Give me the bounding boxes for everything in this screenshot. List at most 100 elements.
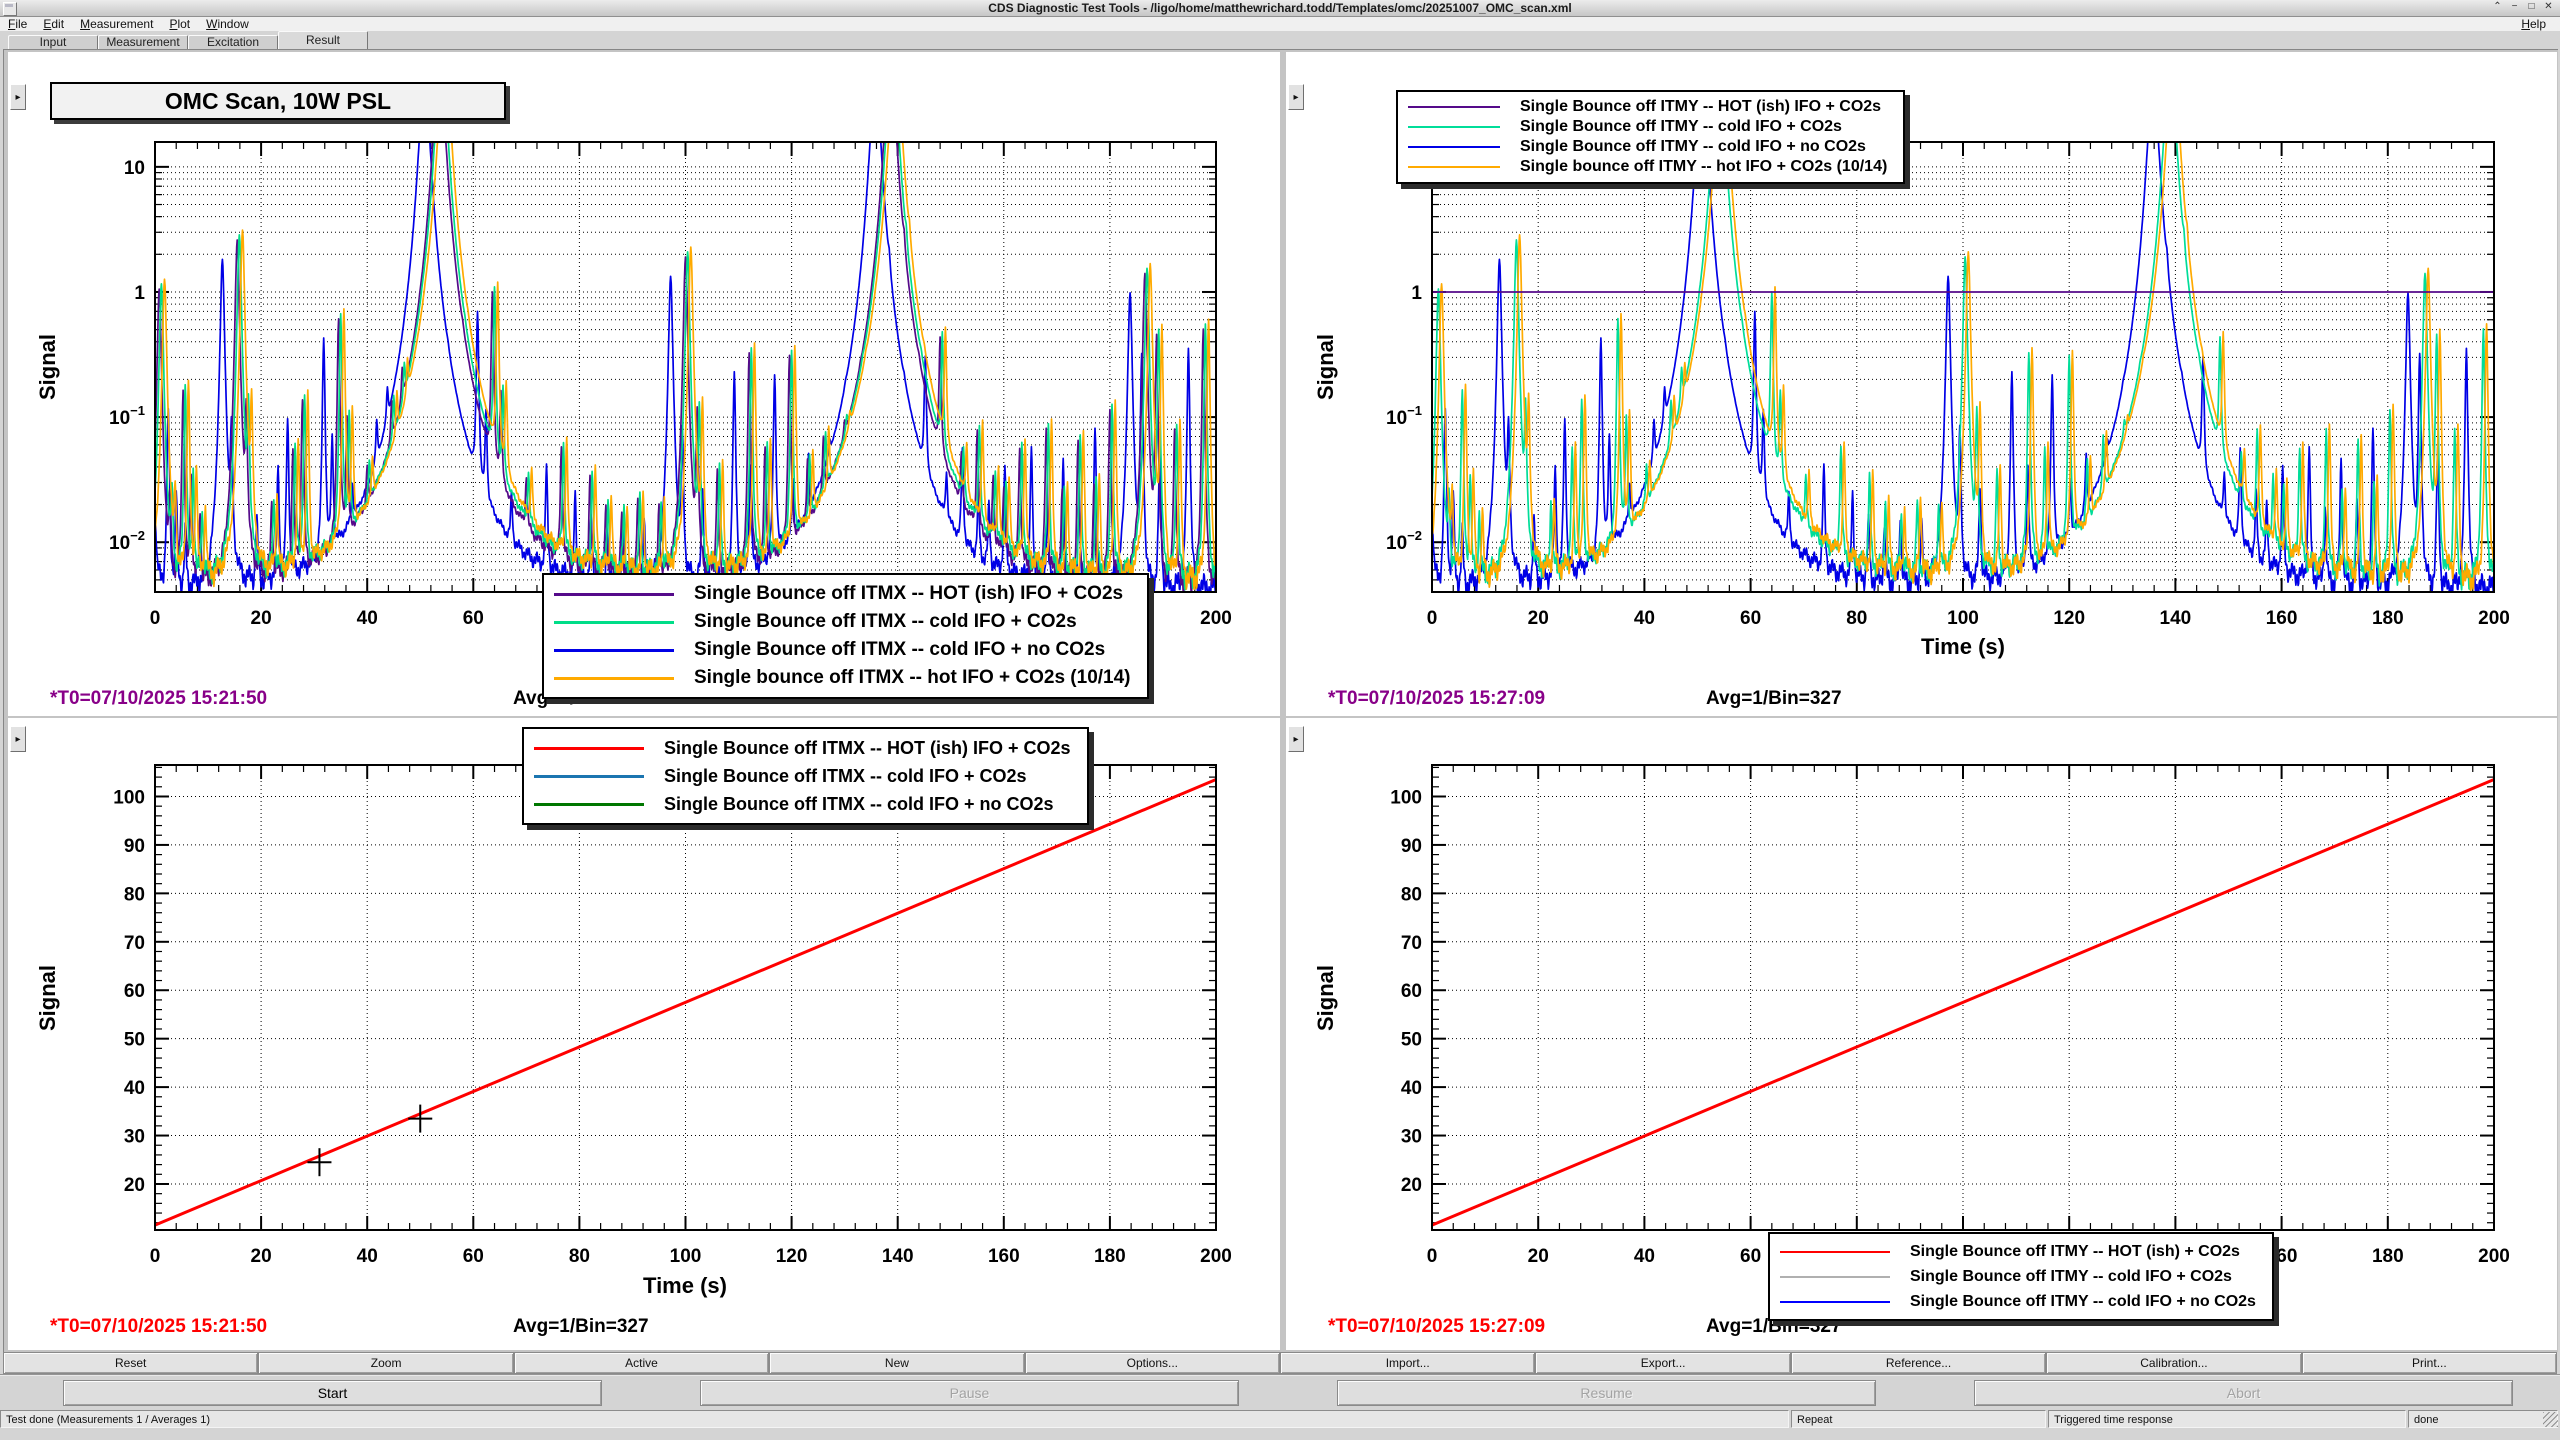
svg-text:50: 50 [1401, 1030, 1422, 1051]
legend-entry: Single Bounce off ITMY -- cold IFO + CO2… [1780, 1264, 2256, 1289]
svg-text:40: 40 [1634, 1246, 1655, 1267]
legend-entry: Single Bounce off ITMX -- cold IFO + no … [534, 790, 1071, 818]
trace-hot-ish-co2s [1432, 780, 2494, 1226]
pane-arrow-icon[interactable]: ▸ [1288, 726, 1304, 752]
t0-timestamp: *T0=07/10/2025 15:27:09 [1328, 1316, 1545, 1338]
menu-help[interactable]: Help [2513, 17, 2554, 31]
svg-text:60: 60 [1401, 981, 1422, 1002]
legend-label: Single Bounce off ITMY -- cold IFO + CO2… [1520, 118, 1842, 136]
menu-file[interactable]: File [0, 17, 35, 31]
svg-text:160: 160 [2266, 608, 2298, 629]
svg-text:200: 200 [1200, 608, 1232, 629]
print-button[interactable]: Print... [2302, 1352, 2557, 1374]
plot-panel-itmx-linear: ▸ Signal 0204060801001201401601802002030… [8, 718, 1280, 1350]
pane-arrow-icon[interactable]: ▸ [10, 84, 26, 110]
plot-legend: Single Bounce off ITMY -- HOT (ish) IFO … [1396, 90, 1905, 184]
options-button[interactable]: Options... [1025, 1352, 1280, 1374]
menu-plot[interactable]: Plot [161, 17, 198, 31]
svg-text:1: 1 [134, 283, 145, 304]
close-button[interactable]: ✕ [2541, 0, 2556, 14]
axes-group: 0204060801001201401601802002030405060708… [1390, 765, 2510, 1267]
legend-label: Single Bounce off ITMX -- cold IFO + no … [664, 794, 1054, 815]
legend-label: Single Bounce off ITMX -- HOT (ish) IFO … [664, 738, 1071, 759]
shade-button[interactable]: ⌃ [2490, 0, 2505, 14]
start-button[interactable]: Start [63, 1380, 602, 1406]
legend-line-sample [534, 747, 644, 750]
tab-result[interactable]: Result [278, 31, 368, 49]
svg-text:120: 120 [776, 1246, 808, 1267]
axes-group: 0204060801001201401601802002030405060708… [113, 765, 1232, 1267]
maximize-button[interactable]: □ [2524, 0, 2539, 14]
zoom-button[interactable]: Zoom [258, 1352, 513, 1374]
active-button[interactable]: Active [514, 1352, 769, 1374]
menu-measurement[interactable]: Measurement [72, 17, 161, 31]
legend-line-sample [1780, 1251, 1890, 1253]
plot-panel-itmy-linear: ▸ Signal 0204060801001201401601802002030… [1286, 718, 2557, 1350]
trace-hot-ifo-co2s-10-14- [1432, 140, 2494, 591]
plot-title: OMC Scan, 10W PSL [165, 88, 391, 114]
svg-text:60: 60 [1740, 608, 1761, 629]
window-title: CDS Diagnostic Test Tools - /ligo/home/m… [0, 1, 2560, 15]
svg-text:30: 30 [124, 1127, 145, 1148]
reference-button[interactable]: Reference... [1791, 1352, 2046, 1374]
svg-text:10: 10 [124, 158, 145, 179]
legend-label: Single Bounce off ITMY -- HOT (ish) IFO … [1520, 98, 1881, 116]
window-bottom-edge [0, 1430, 2560, 1440]
pane-arrow-icon[interactable]: ▸ [10, 726, 26, 752]
legend-line-sample [1780, 1276, 1890, 1278]
legend-entry: Single Bounce off ITMX -- HOT (ish) IFO … [534, 734, 1071, 762]
reset-button[interactable]: Reset [3, 1352, 258, 1374]
svg-text:0: 0 [150, 608, 161, 629]
tab-bar: InputMeasurementExcitationResult [0, 31, 2560, 49]
svg-text:1: 1 [1411, 283, 1422, 304]
minimize-button[interactable]: − [2507, 0, 2522, 14]
new-button[interactable]: New [769, 1352, 1024, 1374]
window-controls: ⌃−□✕ [2490, 0, 2556, 14]
plot-footer: *T0=07/10/2025 15:27:09 Avg=1/Bin=327 [1286, 688, 2557, 714]
legend-label: Single Bounce off ITMX -- cold IFO + CO2… [664, 766, 1027, 787]
tab-measurement[interactable]: Measurement [98, 35, 188, 49]
svg-text:20: 20 [1528, 608, 1549, 629]
svg-text:180: 180 [2372, 608, 2404, 629]
legend-label: Single Bounce off ITMX -- HOT (ish) IFO … [694, 583, 1123, 605]
plot-legend: Single Bounce off ITMX -- HOT (ish) IFO … [522, 727, 1089, 825]
pane-arrow-icon[interactable]: ▸ [1288, 84, 1304, 110]
menu-window[interactable]: Window [198, 17, 257, 31]
plot-panel-itmx-log: ▸ OMC Scan, 10W PSL Signal 0204060801001… [8, 52, 1280, 716]
status-cell-1: Repeat [1791, 1410, 2046, 1428]
svg-text:140: 140 [2160, 608, 2192, 629]
svg-text:60: 60 [463, 608, 484, 629]
tab-excitation[interactable]: Excitation [188, 35, 278, 49]
svg-text:140: 140 [882, 1246, 914, 1267]
legend-entry: Single Bounce off ITMY -- HOT (ish) + CO… [1780, 1239, 2256, 1264]
tab-input[interactable]: Input [8, 35, 98, 49]
svg-text:100: 100 [1947, 608, 1979, 629]
svg-text:200: 200 [1200, 1246, 1232, 1267]
svg-text:80: 80 [1846, 608, 1867, 629]
legend-label: Single Bounce off ITMX -- cold IFO + no … [694, 639, 1105, 661]
svg-text:40: 40 [124, 1078, 145, 1099]
legend-line-sample [534, 803, 644, 806]
plot-footer: *T0=07/10/2025 15:21:50 Avg=1/Bin=327 [8, 1316, 1280, 1342]
legend-entry: Single Bounce off ITMX -- HOT (ish) IFO … [554, 580, 1131, 608]
export-button[interactable]: Export... [1535, 1352, 1790, 1374]
svg-text:20: 20 [124, 1175, 145, 1196]
avg-bin-label: Avg=1/Bin=327 [513, 1316, 649, 1338]
traces-group [155, 780, 1216, 1226]
status-bar: Test done (Measurements 1 / Averages 1)R… [0, 1408, 2560, 1430]
resize-grip-icon[interactable] [2543, 1412, 2558, 1427]
calibration-button[interactable]: Calibration... [2046, 1352, 2301, 1374]
svg-text:10−2: 10−2 [109, 528, 145, 554]
menu-edit[interactable]: Edit [35, 17, 72, 31]
abort-button: Abort [1974, 1380, 2513, 1406]
t0-timestamp: *T0=07/10/2025 15:21:50 [50, 688, 267, 710]
svg-text:10−1: 10−1 [1386, 403, 1422, 429]
legend-label: Single bounce off ITMX -- hot IFO + CO2s… [694, 667, 1131, 689]
svg-text:80: 80 [1401, 884, 1422, 905]
trace-hot-ifo-co2s-10-14- [155, 140, 1216, 589]
svg-text:80: 80 [569, 1246, 590, 1267]
svg-text:180: 180 [1094, 1246, 1126, 1267]
import-button[interactable]: Import... [1280, 1352, 1535, 1374]
legend-line-sample [554, 649, 674, 652]
legend-entry: Single Bounce off ITMX -- cold IFO + no … [554, 636, 1131, 664]
